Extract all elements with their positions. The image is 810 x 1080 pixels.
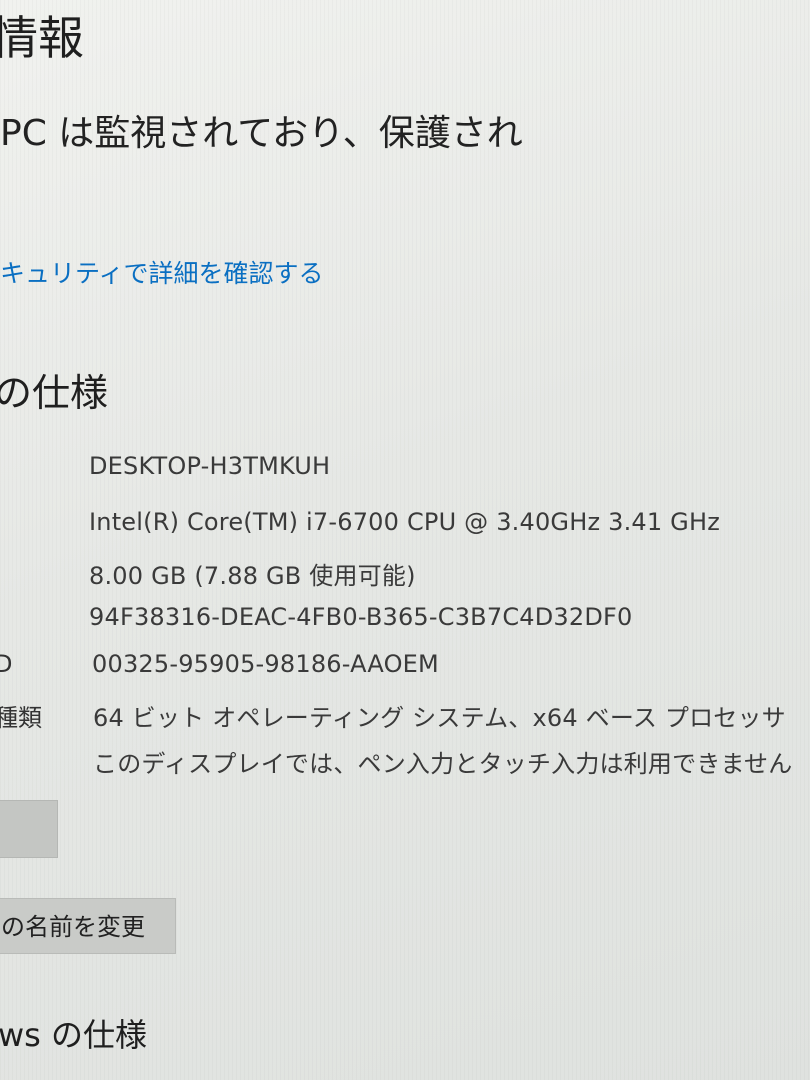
protection-status-text: PC は監視されており、保護され: [0, 113, 523, 154]
spec-label-system-type: 種類: [0, 704, 42, 732]
windows-security-link[interactable]: キュリティで詳細を確認する: [0, 254, 324, 290]
spec-label-product-id: D: [0, 650, 13, 678]
copy-button[interactable]: [0, 800, 58, 858]
spec-row-product-id: D 00325-95905-98186-AAOEM: [0, 650, 810, 696]
spec-row-system-type: 種類 64 ビット オペレーティング システム、x64 ベース プロセッサ: [0, 698, 810, 744]
spec-value-product-id: 00325-95905-98186-AAOEM: [92, 650, 439, 678]
windows-specs-heading: ws の仕様: [0, 1016, 148, 1054]
spec-value-system-type: 64 ビット オペレーティング システム、x64 ベース プロセッサ: [93, 704, 786, 732]
spec-row-device-name: DESKTOP-H3TMKUH: [0, 452, 810, 498]
device-specs-heading: の仕様: [0, 371, 109, 415]
settings-about-page: 情報 PC は監視されており、保護され キュリティで詳細を確認する の仕様 DE…: [0, 0, 810, 1080]
spec-value-ram: 8.00 GB (7.88 GB 使用可能): [89, 562, 416, 590]
spec-row-device-id: 94F38316-DEAC-4FB0-B365-C3B7C4D32DF0: [0, 603, 810, 649]
spec-value-device-name: DESKTOP-H3TMKUH: [89, 452, 331, 480]
spec-value-processor: Intel(R) Core(TM) i7-6700 CPU @ 3.40GHz …: [89, 508, 721, 536]
spec-row-pen-touch: このディスプレイでは、ペン入力とタッチ入力は利用できません: [0, 744, 810, 790]
rename-pc-button[interactable]: の名前を変更: [0, 898, 176, 954]
spec-value-device-id: 94F38316-DEAC-4FB0-B365-C3B7C4D32DF0: [89, 603, 633, 631]
page-title: 情報: [0, 11, 84, 65]
spec-value-pen-touch: このディスプレイでは、ペン入力とタッチ入力は利用できません: [93, 750, 793, 778]
spec-row-processor: Intel(R) Core(TM) i7-6700 CPU @ 3.40GHz …: [0, 508, 810, 554]
spec-row-ram: 8.00 GB (7.88 GB 使用可能): [0, 556, 810, 602]
